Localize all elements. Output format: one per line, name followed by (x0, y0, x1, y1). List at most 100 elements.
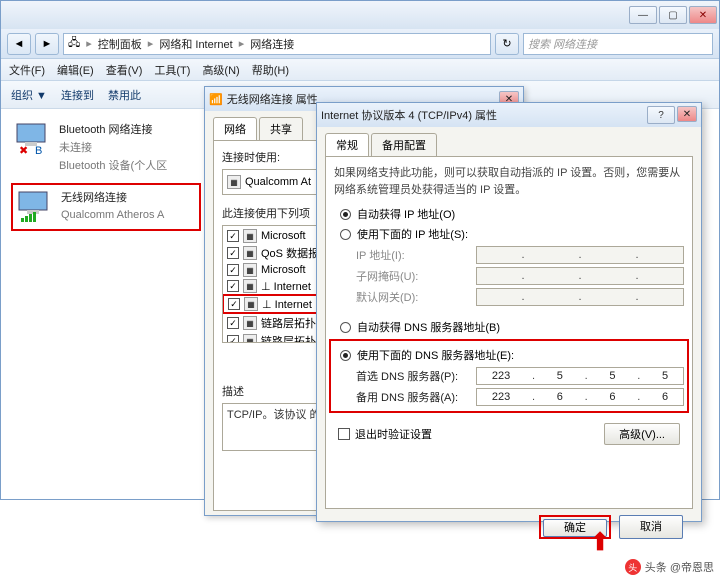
menu-edit[interactable]: 编辑(E) (57, 62, 94, 78)
checkbox-icon[interactable]: ✓ (227, 264, 239, 276)
back-button[interactable]: ◄ (7, 33, 31, 55)
radio-label: 使用下面的 IP 地址(S): (357, 226, 468, 242)
search-input[interactable]: 搜索 网络连接 (523, 33, 713, 55)
refresh-button[interactable]: ↻ (495, 33, 519, 55)
radio-icon (340, 229, 351, 240)
radio-label: 使用下面的 DNS 服务器地址(E): (357, 347, 514, 363)
proto-icon: ▦ (243, 246, 257, 260)
proto-icon: ▦ (244, 297, 258, 311)
svg-text:✖: ✖ (19, 145, 28, 156)
radio-use-dns[interactable]: 使用下面的 DNS 服务器地址(E): (340, 347, 684, 363)
adapter-icon: ▦ (227, 175, 241, 189)
item-label: QoS 数据报 (261, 245, 319, 261)
checkbox-icon[interactable]: ✓ (227, 280, 239, 292)
arrow-up-icon: ⬆ (590, 528, 610, 557)
connection-wireless[interactable]: 无线网络连接 Qualcomm Atheros A (11, 183, 201, 231)
close-button[interactable]: ✕ (689, 6, 717, 24)
conn-status: 未连接 (59, 139, 167, 155)
dialog-title: Internet 协议版本 4 (TCP/IPv4) 属性 (321, 107, 497, 123)
crumb-network-connections[interactable]: 网络连接 (250, 36, 294, 52)
tabstrip: 常规 备用配置 (325, 133, 693, 157)
minimize-button[interactable]: — (629, 6, 657, 24)
gateway-input: ... (476, 288, 684, 306)
menu-view[interactable]: 查看(V) (106, 62, 143, 78)
help-button[interactable]: ? (647, 106, 675, 124)
watermark: 头 头条 @帝恩思 (625, 559, 714, 575)
advanced-button[interactable]: 高级(V)... (604, 423, 680, 445)
checkbox-icon[interactable]: ✓ (227, 335, 239, 343)
radio-label: 自动获得 DNS 服务器地址(B) (357, 319, 500, 335)
radio-use-ip[interactable]: 使用下面的 IP 地址(S): (340, 226, 684, 242)
checkbox-label: 退出时验证设置 (355, 426, 432, 442)
validate-checkbox[interactable]: 退出时验证设置 (338, 426, 432, 442)
menubar: 文件(F) 编辑(E) 查看(V) 工具(T) 高级(N) 帮助(H) (1, 59, 719, 81)
item-label: ⊥ Internet (262, 298, 312, 311)
monitor-icon: ✖B (15, 121, 51, 157)
proto-icon: ▦ (243, 334, 257, 343)
mask-label: 子网掩码(U): (356, 268, 476, 284)
radio-icon (340, 322, 351, 333)
crumb-control-panel[interactable]: 控制面板 (98, 36, 142, 52)
crumb-network-internet[interactable]: 网络和 Internet (159, 36, 232, 52)
item-label: 链路层拓扑 (261, 315, 316, 331)
dns-highlight-group: 使用下面的 DNS 服务器地址(E): 首选 DNS 服务器(P):223.5.… (329, 339, 689, 413)
close-button[interactable]: ✕ (677, 106, 697, 122)
cancel-button[interactable]: 取消 (619, 515, 683, 539)
proto-icon: ▦ (243, 316, 257, 330)
network-icon: 🖧 (68, 34, 80, 53)
menu-file[interactable]: 文件(F) (9, 62, 45, 78)
item-label: 链路层拓扑 (261, 333, 316, 343)
checkbox-icon[interactable]: ✓ (228, 298, 240, 310)
dialog-footer: 确定 取消 (325, 509, 693, 545)
item-label: Microsoft (261, 230, 306, 242)
conn-device: Qualcomm Atheros A (61, 209, 164, 221)
tab-alternate[interactable]: 备用配置 (371, 133, 437, 156)
ip-label: IP 地址(I): (356, 247, 476, 263)
menu-tools[interactable]: 工具(T) (154, 62, 190, 78)
conn-device: Bluetooth 设备(个人区 (59, 157, 167, 173)
radio-label: 自动获得 IP 地址(O) (357, 206, 455, 222)
address-bar[interactable]: 🖧 ▸ 控制面板 ▸ 网络和 Internet ▸ 网络连接 (63, 33, 491, 55)
titlebar: — ▢ ✕ (1, 1, 719, 29)
mask-input: ... (476, 267, 684, 285)
pref-dns-label: 首选 DNS 服务器(P): (356, 368, 476, 384)
maximize-button[interactable]: ▢ (659, 6, 687, 24)
pref-dns-input[interactable]: 223.5.5.5 (476, 367, 684, 385)
organize-button[interactable]: 组织 ▼ (11, 87, 47, 103)
alt-dns-input[interactable]: 223.6.6.6 (476, 388, 684, 406)
tab-sharing[interactable]: 共享 (259, 117, 303, 140)
menu-help[interactable]: 帮助(H) (252, 62, 289, 78)
dialog-title: 无线网络连接 属性 (227, 91, 318, 107)
gateway-label: 默认网关(D): (356, 289, 476, 305)
disable-button[interactable]: 禁用此 (108, 87, 141, 103)
navbar: ◄ ► 🖧 ▸ 控制面板 ▸ 网络和 Internet ▸ 网络连接 ↻ 搜索 … (1, 29, 719, 59)
monitor-icon (17, 189, 53, 225)
dialog-titlebar: Internet 协议版本 4 (TCP/IPv4) 属性 ? ✕ (317, 103, 701, 127)
menu-advanced[interactable]: 高级(N) (202, 62, 239, 78)
connection-bluetooth[interactable]: ✖B Bluetooth 网络连接 未连接 Bluetooth 设备(个人区 (11, 117, 201, 177)
adapter-name: Qualcomm At (245, 176, 311, 188)
checkbox-icon (338, 428, 350, 440)
conn-name: Bluetooth 网络连接 (59, 121, 167, 137)
checkbox-icon[interactable]: ✓ (227, 247, 239, 259)
radio-auto-dns[interactable]: 自动获得 DNS 服务器地址(B) (340, 319, 684, 335)
ip-input: ... (476, 246, 684, 264)
conn-name: 无线网络连接 (61, 189, 164, 205)
watermark-text: 头条 @帝恩思 (645, 559, 714, 575)
tab-network[interactable]: 网络 (213, 117, 257, 140)
info-text: 如果网络支持此功能，则可以获取自动指派的 IP 设置。否则，您需要从网络系统管理… (334, 165, 684, 198)
proto-icon: ▦ (243, 263, 257, 277)
proto-icon: ▦ (243, 229, 257, 243)
tab-general[interactable]: 常规 (325, 133, 369, 156)
alt-dns-label: 备用 DNS 服务器(A): (356, 389, 476, 405)
radio-icon (340, 209, 351, 220)
ipv4-properties-dialog: Internet 协议版本 4 (TCP/IPv4) 属性 ? ✕ 常规 备用配… (316, 102, 702, 522)
svg-text:B: B (35, 145, 42, 156)
radio-auto-ip[interactable]: 自动获得 IP 地址(O) (340, 206, 684, 222)
checkbox-icon[interactable]: ✓ (227, 230, 239, 242)
forward-button[interactable]: ► (35, 33, 59, 55)
wifi-icon: 📶 (209, 93, 223, 106)
checkbox-icon[interactable]: ✓ (227, 317, 239, 329)
proto-icon: ▦ (243, 279, 257, 293)
connect-to-button[interactable]: 连接到 (61, 87, 94, 103)
